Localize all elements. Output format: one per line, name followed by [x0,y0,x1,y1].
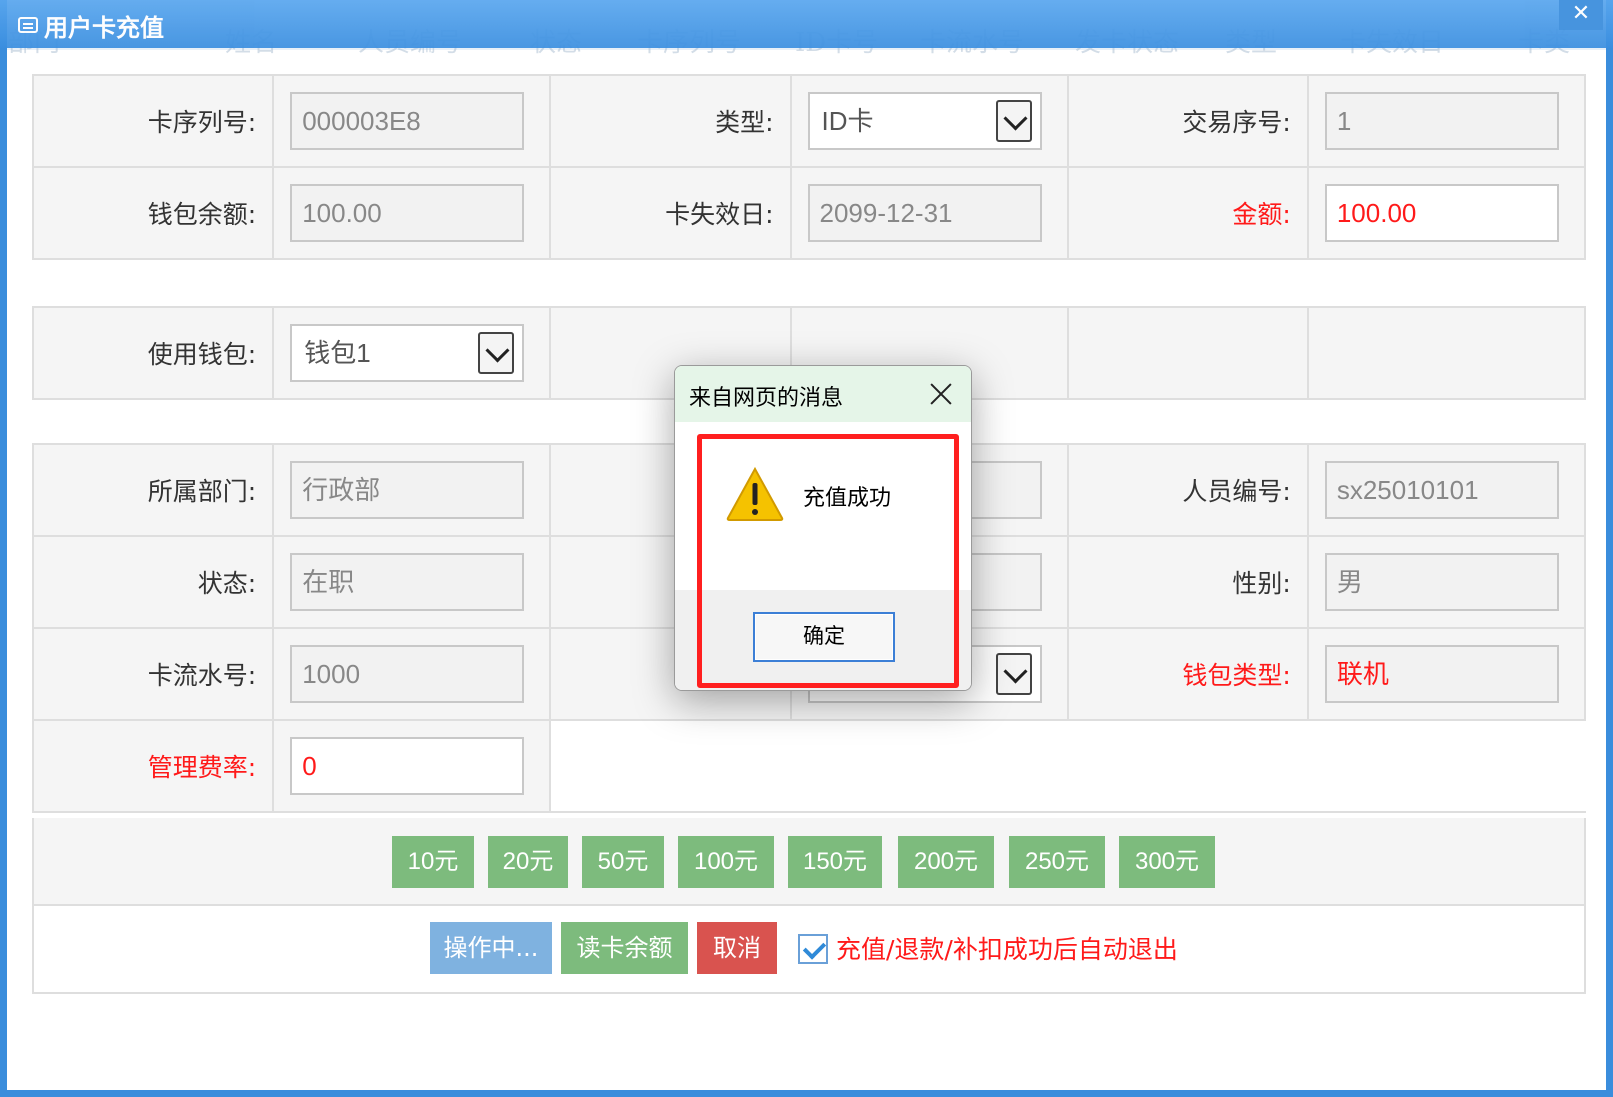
fee-label: 管理费率: [31,719,275,813]
cancel-button[interactable]: 取消 [697,922,777,974]
card-serial-field[interactable]: 000003E8 [290,92,525,150]
amount-250-button[interactable]: 250元 [1009,836,1105,888]
dialog-body: 充值成功 [675,422,971,590]
read-balance-button[interactable]: 读卡余额 [561,922,688,974]
dept-label: 所属部门: [31,443,275,537]
wallet-type-field[interactable]: 联机 [1324,645,1559,703]
status-label: 状态: [31,535,275,629]
amount-150-button[interactable]: 150元 [788,836,882,888]
wallet-select[interactable]: 钱包1 [290,324,525,382]
window-title: 用户卡充值 [18,10,164,42]
window-titlebar[interactable]: 用户卡充值 ✕ [0,0,1613,48]
fee-field[interactable]: 0 [290,737,525,795]
window-close-button[interactable]: ✕ [1559,0,1603,30]
card-serial-label: 卡序列号: [31,74,275,168]
expiry-label: 卡失效日: [549,166,792,260]
trans-seq-label: 交易序号: [1066,74,1309,168]
quick-amount-row: 10元 20元 50元 100元 150元 200元 250元 300元 [32,818,1586,906]
type-select[interactable]: ID卡 [807,92,1042,150]
amount-20-button[interactable]: 20元 [488,836,568,888]
amount-50-button[interactable]: 50元 [582,836,664,888]
gender-label: 性别: [1066,535,1309,629]
wallet-balance-field[interactable]: 100.00 [290,184,525,242]
chevron-down-icon[interactable] [478,332,515,374]
type-label: 类型: [549,74,792,168]
chevron-down-icon[interactable] [995,653,1032,695]
amount-300-button[interactable]: 300元 [1119,836,1215,888]
operating-button[interactable]: 操作中... [430,922,552,974]
amount-200-button[interactable]: 200元 [898,836,994,888]
dialog-title: 来自网页的消息 [689,386,844,411]
wallet-label: 使用钱包: [31,306,275,400]
auto-exit-checkbox[interactable] [798,934,828,964]
window-title-text: 用户卡充值 [44,13,164,42]
expiry-field[interactable]: 2099-12-31 [807,184,1042,242]
dialog-footer: 确定 [675,590,971,690]
status-field[interactable]: 在职 [290,553,525,611]
amount-label: 金额: [1066,166,1309,260]
card-flow-label: 卡流水号: [31,627,275,721]
card-info-table: 卡序列号: 000003E8 类型: ID卡 交易序号: 1 钱包余额: 100… [31,74,1587,260]
type-select-value: ID卡 [821,106,874,136]
wallet-type-label: 钱包类型: [1066,627,1309,721]
dialog-message: 充值成功 [803,486,892,511]
amount-100-button[interactable]: 100元 [678,836,774,888]
gender-field[interactable]: 男 [1324,553,1559,611]
dialog-titlebar[interactable]: 来自网页的消息 [675,366,971,422]
warning-icon [726,466,784,521]
window-icon [18,17,38,33]
trans-seq-field[interactable]: 1 [1324,92,1559,150]
action-row: 操作中... 读卡余额 取消 充值/退款/补扣成功后自动退出 [32,906,1586,994]
wallet-select-value: 钱包1 [304,338,371,368]
card-flow-field[interactable]: 1000 [290,645,525,703]
auto-exit-label[interactable]: 充值/退款/补扣成功后自动退出 [836,930,1178,966]
close-icon[interactable] [929,382,953,406]
ok-button[interactable]: 确定 [753,612,895,662]
chevron-down-icon[interactable] [995,100,1032,142]
wallet-balance-label: 钱包余额: [31,166,275,260]
dept-field[interactable]: 行政部 [290,461,525,519]
person-no-label: 人员编号: [1066,443,1309,537]
message-dialog: 来自网页的消息 充值成功 确定 [674,365,972,691]
amount-field[interactable]: 100.00 [1324,184,1559,242]
amount-10-button[interactable]: 10元 [392,836,474,888]
person-no-field[interactable]: sx25010101 [1324,461,1559,519]
